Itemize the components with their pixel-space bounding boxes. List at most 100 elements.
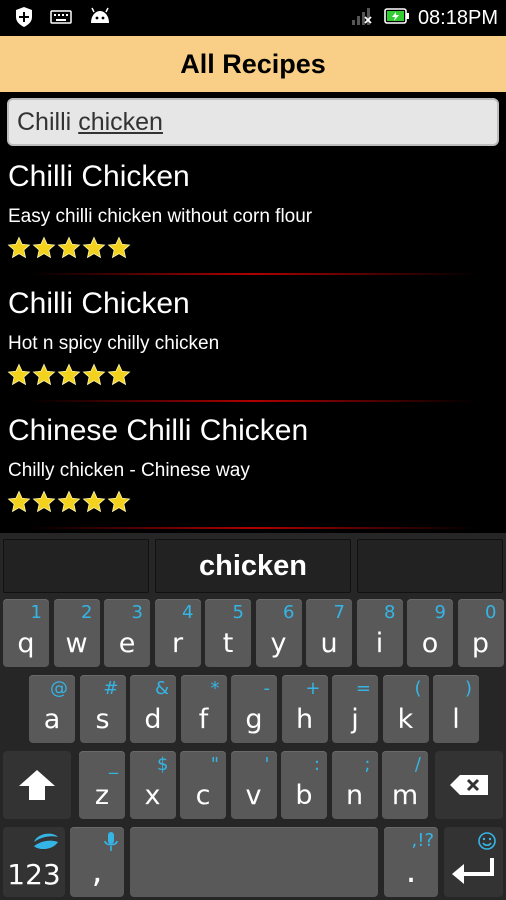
- recipe-title: Chilli Chicken: [8, 160, 190, 193]
- key-label: i: [375, 628, 384, 659]
- recipe-title: Chinese Chilli Chicken: [8, 414, 309, 447]
- recipe-list: Chilli Chicken Easy chilli chicken witho…: [0, 152, 506, 533]
- list-item[interactable]: Chilli Chicken Hot n spicy chilly chicke…: [0, 279, 506, 406]
- key-c[interactable]: " c: [180, 751, 226, 819]
- soft-keyboard: chicken 1q2w3e4r5t6y7u8i9o0p @ a # s & d * f - g +…: [0, 533, 506, 900]
- rating-stars: [7, 490, 131, 514]
- suggestion-left[interactable]: [3, 539, 149, 593]
- key-hint: +: [305, 678, 321, 699]
- key-u[interactable]: 7u: [306, 599, 352, 667]
- key-label: b: [295, 780, 313, 811]
- key-label: t: [222, 628, 234, 659]
- star-icon: [7, 490, 31, 513]
- key-hint: $: [157, 754, 169, 775]
- key-i[interactable]: 8i: [356, 599, 403, 667]
- key-w[interactable]: 2w: [53, 599, 100, 667]
- search-composing-text: chicken: [78, 107, 163, 136]
- key-label: o: [421, 628, 439, 659]
- key-hint: /: [414, 754, 421, 775]
- key-label: s: [95, 704, 110, 735]
- search-input[interactable]: Chilli chicken: [7, 98, 499, 146]
- star-icon: [82, 236, 106, 259]
- rating-stars: [7, 236, 131, 260]
- key-q[interactable]: 1q: [3, 599, 49, 667]
- key-hint: #: [103, 678, 119, 699]
- key-hint: 6: [283, 602, 295, 623]
- list-item[interactable]: Chinese Chilli Chicken Chilly chicken - …: [0, 406, 506, 533]
- key-label: d: [144, 704, 162, 735]
- suggestion-right[interactable]: [357, 539, 503, 593]
- key-h[interactable]: + h: [281, 675, 328, 743]
- key-p[interactable]: 0p: [457, 599, 504, 667]
- star-icon: [107, 363, 131, 386]
- key-b[interactable]: :b: [281, 751, 327, 819]
- rating-stars: [7, 363, 131, 387]
- key-r[interactable]: 4r: [154, 599, 201, 667]
- spacebar[interactable]: [130, 827, 378, 897]
- key-label: c: [195, 780, 211, 811]
- key-label: p: [471, 628, 490, 659]
- key-hint: 5: [232, 602, 244, 623]
- key-d[interactable]: & d: [130, 675, 176, 743]
- list-divider: [30, 527, 476, 529]
- list-item[interactable]: Chilli Chicken Easy chilli chicken witho…: [0, 152, 506, 279]
- star-icon: [82, 490, 106, 513]
- key-hint: ;: [364, 754, 371, 775]
- symbols-key[interactable]: 123: [3, 827, 65, 897]
- key-hint: -: [263, 678, 271, 699]
- key-hint: _: [109, 754, 118, 775]
- star-icon: [32, 236, 56, 259]
- key-f[interactable]: * f: [180, 675, 227, 743]
- key-a[interactable]: @ a: [29, 675, 75, 743]
- key-hint: &: [154, 678, 169, 699]
- list-divider: [30, 400, 476, 402]
- star-icon: [7, 363, 31, 386]
- key-g[interactable]: -g: [231, 675, 277, 743]
- key-e[interactable]: 3e: [104, 599, 150, 667]
- star-icon: [57, 363, 81, 386]
- symbols-key-label: 123: [7, 858, 61, 891]
- status-bar: 08:18PM: [0, 0, 506, 36]
- key-n[interactable]: ; n: [331, 751, 378, 819]
- action-bar: All Recipes: [0, 36, 506, 92]
- star-icon: [107, 236, 131, 259]
- search-text: Chilli: [17, 107, 72, 136]
- period-key-label: .: [405, 851, 417, 891]
- smiley-icon: [477, 831, 497, 856]
- star-icon: [57, 490, 81, 513]
- key-l[interactable]: ) l: [433, 675, 479, 743]
- key-label: a: [43, 704, 61, 735]
- key-hint: (: [414, 678, 422, 699]
- enter-key[interactable]: [444, 827, 503, 897]
- key-hint: 2: [81, 602, 93, 623]
- shield-plus-icon: [14, 6, 34, 33]
- key-x[interactable]: $ x: [129, 751, 176, 819]
- period-key[interactable]: ,!? .: [384, 827, 438, 897]
- shift-key[interactable]: [3, 751, 71, 819]
- key-m[interactable]: / m: [382, 751, 428, 819]
- keyboard-icon: [50, 9, 72, 30]
- key-hint: *: [210, 678, 220, 699]
- key-s[interactable]: # s: [79, 675, 126, 743]
- key-y[interactable]: 6y: [255, 599, 302, 667]
- key-hint: 0: [485, 602, 497, 623]
- key-label: g: [245, 704, 263, 735]
- key-hint: 1: [30, 602, 42, 623]
- backspace-icon: [435, 751, 503, 819]
- key-label: u: [320, 628, 338, 659]
- key-o[interactable]: 9o: [407, 599, 453, 667]
- key-k[interactable]: (k: [382, 675, 429, 743]
- clock: 08:18PM: [417, 7, 498, 29]
- star-icon: [7, 236, 31, 259]
- comma-key-label: ,: [91, 851, 103, 891]
- comma-key[interactable]: ,: [70, 827, 124, 897]
- key-hint: 9: [434, 602, 446, 623]
- key-j[interactable]: = j: [332, 675, 378, 743]
- backspace-key[interactable]: [435, 751, 503, 819]
- star-icon: [82, 363, 106, 386]
- key-t[interactable]: 5t: [205, 599, 251, 667]
- key-z[interactable]: _ z: [79, 751, 125, 819]
- key-v[interactable]: ' v: [230, 751, 277, 819]
- suggestion-center[interactable]: chicken: [155, 539, 351, 593]
- signal-icon: [350, 6, 376, 31]
